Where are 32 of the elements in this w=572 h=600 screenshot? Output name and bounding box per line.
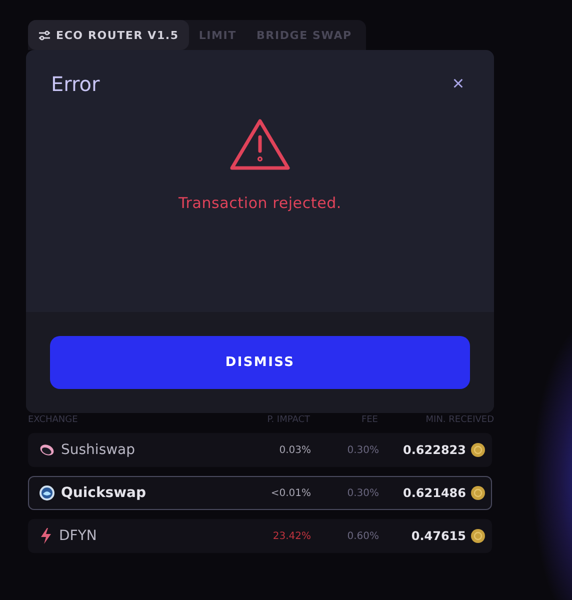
sliders-icon (38, 30, 51, 40)
exchange-row[interactable]: Sushiswap 0.03% 0.30% 0.622823 (28, 433, 492, 467)
column-header: EXCHANGE (28, 415, 79, 425)
exchange-name: Sushiswap (61, 442, 136, 458)
exchange-name: Quickswap (61, 485, 146, 501)
fee: 0.30% (346, 488, 379, 498)
price-impact: 0.03% (278, 444, 311, 456)
column-header: FEE (360, 415, 378, 425)
column-header: MIN. RECEIVED (424, 415, 494, 425)
dismiss-button[interactable]: DISMISS (50, 336, 470, 389)
exchange-logo-icon (39, 485, 55, 501)
min-received: 0.622823 (402, 443, 466, 457)
column-header: P. IMPACT (266, 415, 310, 425)
price-impact: <0.01% (270, 488, 311, 498)
coin-icon (471, 443, 485, 457)
min-received: 0.621486 (402, 486, 466, 500)
exchange-logo-icon (39, 442, 55, 458)
exchange-row[interactable]: DFYN 23.42% 0.60% 0.47615 (28, 519, 492, 553)
warning-icon (229, 118, 291, 172)
price-impact: 23.42% (272, 530, 311, 542)
coin-icon (471, 529, 485, 543)
dialog-title: Error (51, 72, 100, 96)
error-message: Transaction rejected. (178, 194, 342, 212)
fee: 0.60% (346, 530, 379, 542)
lightning-icon (39, 528, 53, 544)
tab[interactable]: ECO ROUTER V1.5 (28, 20, 189, 50)
close-button[interactable]: × (452, 74, 464, 94)
min-received: 0.47615 (411, 529, 466, 543)
coin-icon (471, 486, 485, 500)
exchange-row[interactable]: Quickswap <0.01% 0.30% 0.621486 (28, 476, 492, 510)
fee: 0.30% (346, 444, 379, 456)
exchange-name: DFYN (59, 528, 97, 544)
